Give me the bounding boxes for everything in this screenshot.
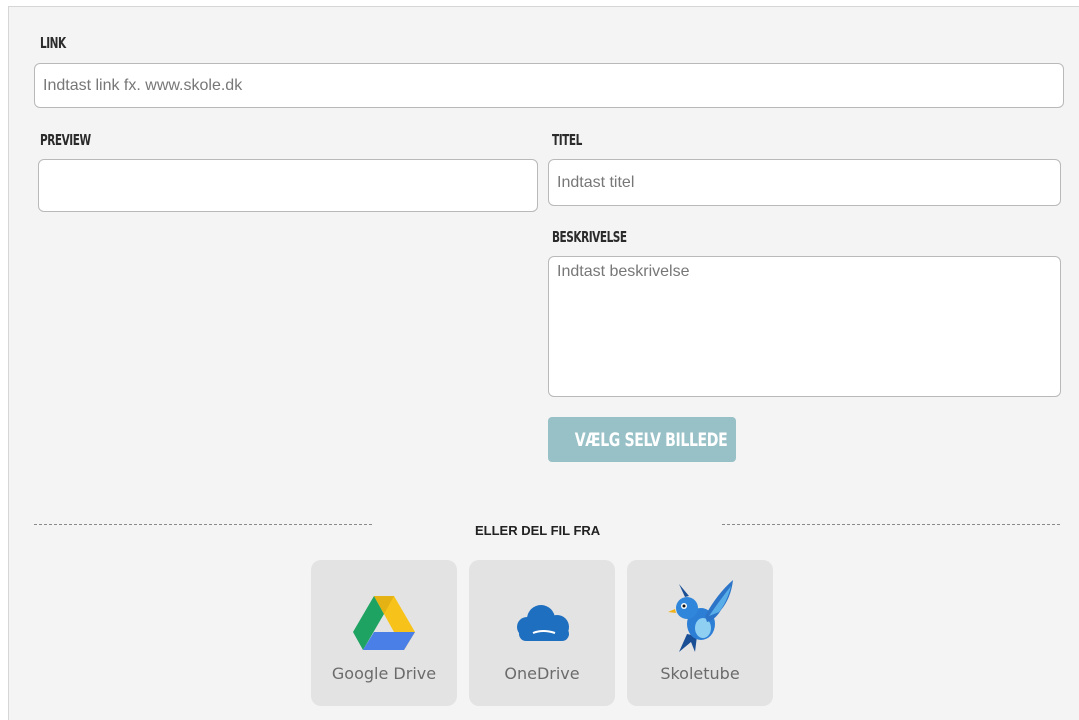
skoletube-tile[interactable]: Skoletube xyxy=(627,560,773,706)
description-textarea[interactable] xyxy=(548,256,1061,397)
bluebird-icon xyxy=(668,580,733,652)
onedrive-tile[interactable]: OneDrive xyxy=(469,560,615,706)
skoletube-label: Skoletube xyxy=(660,664,740,683)
title-label: TITEL xyxy=(552,131,582,149)
title-input[interactable] xyxy=(548,159,1061,206)
link-input[interactable] xyxy=(34,63,1064,108)
divider-right xyxy=(722,524,1060,525)
onedrive-cloud-icon xyxy=(517,605,569,641)
preview-label: PREVIEW xyxy=(40,131,91,149)
google-drive-label: Google Drive xyxy=(331,664,437,683)
google-drive-icon xyxy=(353,596,415,650)
divider-text: ELLER DEL FIL FRA xyxy=(475,523,601,538)
divider-left xyxy=(34,524,372,525)
onedrive-label: OneDrive xyxy=(504,664,580,683)
description-label: BESKRIVELSE xyxy=(552,228,627,246)
link-label: LINK xyxy=(40,34,66,52)
preview-box xyxy=(38,159,538,212)
google-drive-tile[interactable]: Google Drive xyxy=(311,560,457,706)
choose-image-button-label: VÆLG SELV BILLEDE xyxy=(574,428,728,451)
choose-image-button[interactable]: VÆLG SELV BILLEDE xyxy=(548,417,736,462)
